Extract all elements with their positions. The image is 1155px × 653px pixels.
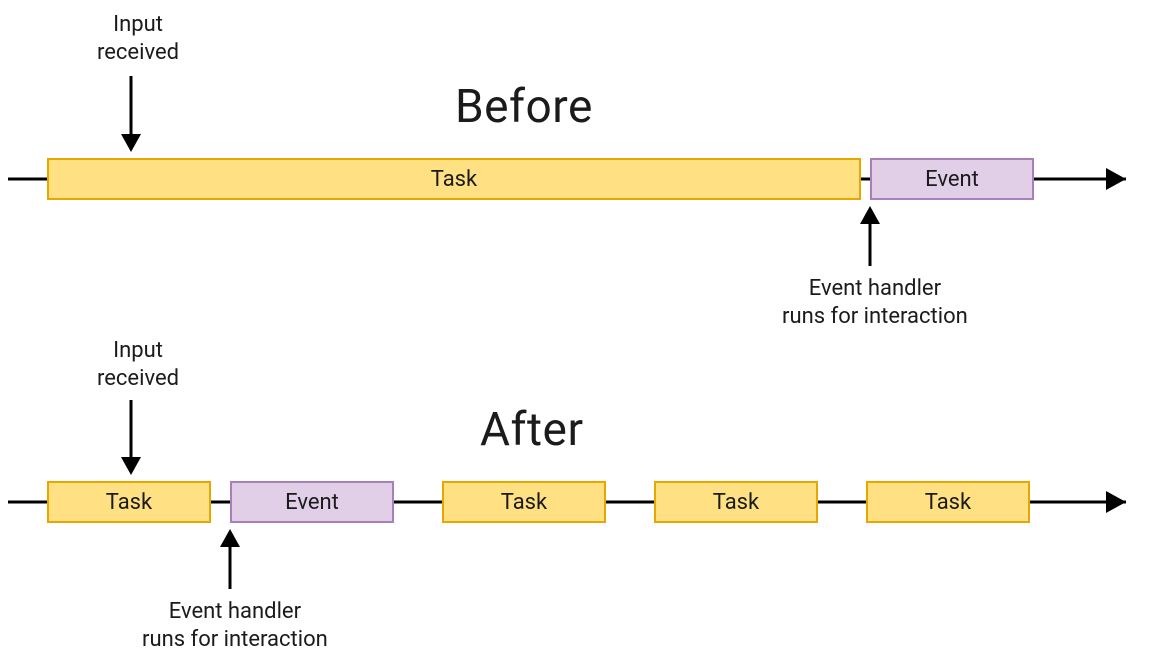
after-task-block-3: Task	[654, 481, 818, 523]
annotation-input-received-before: Inputreceived	[97, 11, 179, 66]
heading-after: After	[480, 403, 584, 457]
annotation-event-handler-after: Event handlerruns for interaction	[142, 598, 328, 653]
annotation-input-received-after: Inputreceived	[97, 337, 179, 392]
after-task-block-1: Task	[47, 481, 211, 523]
arrow-input-received-before	[121, 76, 141, 152]
arrow-input-received-after	[121, 400, 141, 475]
after-task-block-2: Task	[442, 481, 606, 523]
before-task-block: Task	[47, 158, 861, 200]
diagram-stage: Before After Inputreceived Event handler…	[0, 0, 1155, 647]
after-task-block-4: Task	[866, 481, 1030, 523]
before-event-block: Event	[870, 158, 1034, 200]
heading-before: Before	[455, 80, 593, 134]
arrow-event-handler-before	[860, 206, 880, 266]
arrow-event-handler-after	[220, 529, 240, 589]
annotation-event-handler-before: Event handlerruns for interaction	[782, 275, 968, 330]
after-event-block: Event	[230, 481, 394, 523]
